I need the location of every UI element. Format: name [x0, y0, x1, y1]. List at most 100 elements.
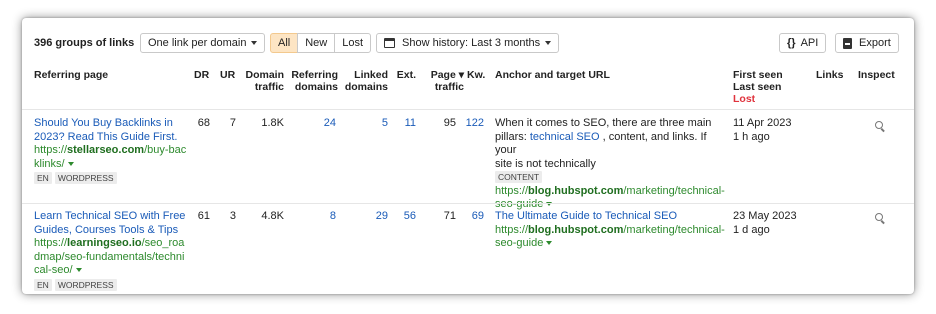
col-header-label: traffic	[434, 81, 464, 93]
export-button-label: Export	[859, 37, 891, 49]
chevron-down-icon[interactable]	[67, 161, 74, 166]
target-url-cont[interactable]: seo-guide	[495, 237, 727, 251]
filter-new-button[interactable]: New	[297, 33, 336, 53]
referring-domains-value[interactable]: 24	[298, 117, 336, 129]
filter-lost-button[interactable]: Lost	[334, 33, 372, 53]
url-part: klinks/	[34, 157, 65, 170]
last-seen-value: 1 h ago	[733, 130, 770, 143]
language-tag: EN	[34, 172, 52, 184]
col-header-label: Referring	[291, 69, 338, 81]
col-header-referring-domains[interactable]: Referring domains	[288, 69, 338, 93]
col-header-referring-page[interactable]: Referring page	[34, 69, 108, 81]
last-seen-value: 1 d ago	[733, 223, 770, 236]
mode-select[interactable]: One link per domain	[140, 33, 266, 53]
anchor-text: When it comes to SEO, there are three ma…	[495, 117, 712, 129]
dr-value: 61	[197, 210, 210, 222]
col-header-ur[interactable]: UR	[220, 69, 235, 81]
referring-page-url[interactable]: https://learningseo.io/seo_roa	[34, 237, 192, 251]
chevron-down-icon[interactable]	[546, 241, 553, 246]
referring-page-url-cont[interactable]: klinks/	[34, 158, 192, 172]
url-part: https://	[495, 223, 529, 236]
col-header-label: Linked	[354, 69, 388, 81]
col-header-ext[interactable]: Ext.	[394, 69, 416, 81]
anchor-text: pillars: technical SEO , content, and li…	[495, 131, 727, 158]
url-domain: learningseo.io	[67, 237, 142, 249]
target-url[interactable]: https://blog.hubspot.com/marketing/techn…	[495, 224, 727, 238]
col-header-label: Lost	[733, 93, 756, 105]
inspect-icon[interactable]	[875, 213, 883, 221]
referring-page-title[interactable]: Should You Buy Backlinks in 2023? Read T…	[34, 117, 192, 144]
col-header-page-traffic[interactable]: Page ▾ traffic	[422, 69, 464, 93]
chevron-down-icon	[545, 41, 552, 45]
seen-cell: 11 Apr 2023 1 h ago	[733, 117, 792, 144]
referring-page-cell: Learn Technical SEO with Free Guides, Co…	[34, 210, 192, 292]
ext-value[interactable]: 11	[394, 117, 416, 129]
linked-domains-value[interactable]: 29	[352, 210, 388, 222]
anchor-cell: The Ultimate Guide to Technical SEO http…	[495, 210, 727, 251]
title-line: Should You Buy Backlinks in	[34, 117, 173, 129]
col-header-label: Last seen	[733, 81, 782, 93]
col-header-kw[interactable]: Kw.	[467, 69, 485, 81]
history-select-label: Show history: Last 3 months	[402, 37, 541, 49]
tags: EN WORDPRESS	[34, 172, 192, 186]
url-part: /seo_roa	[141, 237, 185, 249]
url-part: seo-guide	[495, 198, 544, 210]
col-header-anchor[interactable]: Anchor and target URL	[495, 69, 610, 81]
referring-page-url-cont[interactable]: dmap/seo-fundamentals/techni	[34, 251, 192, 265]
referring-page-title[interactable]: Learn Technical SEO with Free Guides, Co…	[34, 210, 192, 237]
url-part: cal-seo/	[34, 264, 73, 276]
url-part: /marketing/technical-	[623, 184, 725, 197]
linked-domains-value[interactable]: 5	[352, 117, 388, 129]
language-tag: EN	[34, 278, 52, 291]
kw-value[interactable]: 122	[460, 117, 484, 129]
url-domain: blog.hubspot.com	[528, 184, 624, 197]
history-select[interactable]: Show history: Last 3 months	[376, 33, 560, 53]
url-domain: stellarseo.com	[67, 144, 145, 156]
inspect-icon[interactable]	[875, 121, 883, 129]
groups-count: 396 groups of links	[34, 37, 135, 49]
chevron-down-icon	[251, 41, 258, 45]
anchor-cell: When it comes to SEO, there are three ma…	[495, 117, 727, 212]
referring-page-cell: Should You Buy Backlinks in 2023? Read T…	[34, 117, 192, 186]
title-line: 2023? Read This Guide First.	[34, 130, 178, 143]
code-braces-icon: {}	[787, 37, 796, 49]
filter-all-button[interactable]: All	[270, 33, 299, 53]
chevron-down-icon[interactable]	[75, 268, 82, 273]
title-line: Learn Technical SEO with Free	[34, 210, 186, 222]
ext-value[interactable]: 56	[394, 210, 416, 222]
kw-value[interactable]: 69	[460, 210, 484, 222]
content-tag: CONTENT	[495, 171, 543, 183]
anchor-link[interactable]: The Ultimate Guide to Technical SEO	[495, 210, 727, 224]
export-button[interactable]: Export	[835, 33, 899, 53]
ur-value: 7	[229, 117, 236, 129]
col-header-first-last-seen[interactable]: First seen Last seen Lost	[733, 69, 783, 105]
url-part: https://	[34, 237, 68, 249]
anchor-text: site is not technically	[495, 157, 596, 170]
target-url[interactable]: https://blog.hubspot.com/marketing/techn…	[495, 185, 727, 199]
col-header-dr[interactable]: DR	[194, 69, 209, 81]
referring-page-url[interactable]: https://stellarseo.com/buy-bac	[34, 144, 192, 158]
col-header-linked-domains[interactable]: Linked domains	[342, 69, 388, 93]
cms-tag: WORDPRESS	[54, 278, 117, 291]
col-header-inspect: Inspect	[858, 69, 895, 81]
referring-domains-value[interactable]: 8	[298, 210, 336, 222]
api-button-label: API	[800, 37, 819, 49]
tags: CONTENT	[495, 171, 727, 185]
page-traffic-value: 95	[443, 117, 456, 129]
url-part: /marketing/technical-	[623, 223, 725, 236]
col-header-links[interactable]: Links	[816, 69, 843, 81]
export-icon	[843, 37, 852, 49]
cms-tag: WORDPRESS	[54, 172, 117, 184]
ur-value: 3	[229, 210, 236, 222]
col-header-label: First seen	[733, 69, 783, 81]
url-part: https://	[34, 144, 68, 156]
col-header-domain-traffic[interactable]: Domain traffic	[240, 69, 284, 93]
col-header-label: Domain	[245, 69, 284, 81]
anchor-text-part: pillars:	[495, 130, 530, 143]
referring-page-url-cont[interactable]: cal-seo/	[34, 264, 192, 278]
domain-traffic-value: 1.8K	[261, 117, 284, 129]
first-seen-value: 11 Apr 2023	[733, 117, 792, 129]
anchor-link[interactable]: technical SEO	[530, 131, 600, 143]
col-header-label: Page ▾	[430, 69, 464, 81]
api-button[interactable]: {} API	[779, 33, 827, 53]
